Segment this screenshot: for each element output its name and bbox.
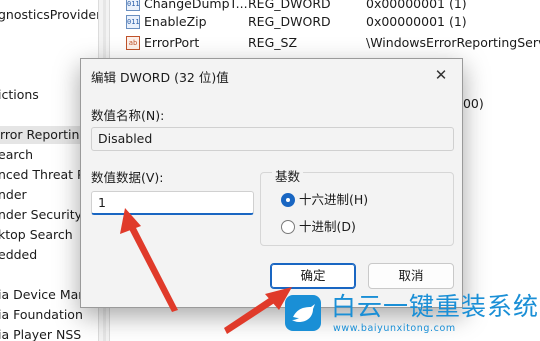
watermark: 白云一键重装系统 www.baiyunxitong.com: [285, 293, 538, 339]
decimal-radio-label: 十进制(D): [299, 219, 356, 234]
value-name-field: Disabled: [91, 127, 454, 151]
value-data: 0x00000001 (1): [366, 14, 467, 29]
tree-item[interactable]: nder: [0, 186, 27, 204]
binary-value-icon: 011: [126, 0, 140, 11]
tree-item[interactable]: gnosticsProvider: [0, 6, 98, 24]
tree-item[interactable]: ia Device Man: [0, 286, 86, 304]
tree-item[interactable]: earch: [0, 146, 33, 164]
tree-item[interactable]: ktop Search: [0, 226, 73, 244]
tree-item[interactable]: edded: [0, 246, 37, 264]
radio-checked-icon[interactable]: [281, 193, 295, 207]
base-group-title: 基数: [272, 166, 304, 185]
value-type: REG_DWORD: [248, 14, 331, 29]
edit-dword-dialog: 编辑 DWORD (32 位)值 ✕ 数值名称(N): Disabled 数值数…: [80, 58, 463, 308]
dialog-title: 编辑 DWORD (32 位)值: [91, 70, 229, 85]
value-name: EnableZip: [144, 14, 207, 29]
bird-icon: [285, 295, 321, 331]
watermark-url: www.baiyunxitong.com: [333, 323, 456, 334]
string-value-icon: ab: [126, 36, 140, 50]
radio-unchecked-icon[interactable]: [281, 220, 295, 234]
tree-item[interactable]: nced Threat P: [0, 166, 85, 184]
value-data-input[interactable]: [91, 191, 254, 215]
watermark-text: 白云一键重装系统: [331, 292, 540, 321]
value-type: REG_SZ: [248, 35, 298, 50]
tree-item[interactable]: ia Foundation: [0, 306, 83, 324]
value-name-label: 数值名称(N):: [91, 108, 165, 123]
hex-radio-label: 十六进制(H): [299, 192, 369, 207]
tree-item[interactable]: ia Player NSS: [0, 326, 81, 341]
binary-value-icon: 011: [126, 15, 140, 29]
tree-item[interactable]: ictions: [0, 86, 39, 104]
cancel-button[interactable]: 取消: [368, 263, 454, 289]
value-name: ErrorPort: [144, 35, 200, 50]
ok-button[interactable]: 确定: [270, 263, 356, 289]
tree-item[interactable]: nder Security: [0, 206, 82, 224]
value-data: \WindowsErrorReportingServ: [366, 35, 540, 50]
close-icon[interactable]: ✕: [430, 64, 452, 86]
value-data-label: 数值数据(V):: [91, 170, 164, 185]
